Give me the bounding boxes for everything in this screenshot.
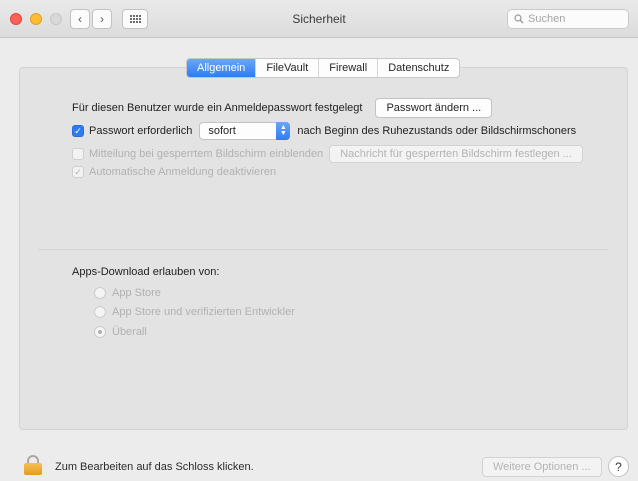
advanced-options-button[interactable]: Weitere Optionen ...: [482, 457, 602, 477]
radio-button-selected[interactable]: [94, 326, 106, 338]
search-placeholder: Suchen: [528, 13, 566, 25]
disable-autologin-checkbox[interactable]: ✓: [72, 166, 84, 178]
require-password-checkbox[interactable]: ✓: [72, 125, 84, 137]
search-field[interactable]: Suchen: [507, 9, 629, 29]
disable-autologin-row: ✓ Automatische Anmeldung deaktivieren: [72, 166, 276, 178]
login-password-row: Für diesen Benutzer wurde ein Anmeldepas…: [72, 98, 493, 118]
require-password-label: Passwort erforderlich: [89, 125, 193, 137]
lock-icon[interactable]: [24, 455, 42, 475]
security-preferences-window: ‹ › Sicherheit Suchen Allgemein FileVaul…: [0, 0, 638, 481]
show-message-checkbox[interactable]: [72, 148, 84, 160]
lock-hint-text: Zum Bearbeiten auf das Schloss klicken.: [55, 461, 254, 473]
require-password-suffix: nach Beginn des Ruhezustands oder Bildsc…: [297, 125, 577, 137]
tab-filevault[interactable]: FileVault: [256, 59, 320, 77]
downloads-heading-text: Apps-Download erlauben von:: [72, 266, 220, 278]
section-divider: [38, 249, 608, 250]
select-value: sofort: [208, 125, 236, 137]
require-password-row: ✓ Passwort erforderlich sofort ▲ ▼ nach B…: [72, 122, 576, 140]
search-icon: [514, 14, 524, 24]
radio-option-app-store-and-developers[interactable]: App Store und verifizierten Entwickler: [94, 306, 295, 318]
checkmark-icon: ✓: [74, 125, 82, 136]
disable-autologin-label: Automatische Anmeldung deaktivieren: [89, 166, 277, 178]
show-message-label: Mitteilung bei gesperrtem Bildschirm ein…: [89, 148, 324, 160]
tab-allgemein[interactable]: Allgemein: [187, 59, 257, 77]
radio-label: App Store: [112, 287, 161, 299]
downloads-heading: Apps-Download erlauben von:: [72, 266, 219, 278]
change-password-button[interactable]: Passwort ändern ...: [375, 98, 493, 118]
set-lock-message-button[interactable]: Nachricht für gesperrten Bildschirm fest…: [329, 145, 583, 163]
login-password-text: Für diesen Benutzer wurde ein Anmeldepas…: [72, 102, 363, 114]
radio-label: App Store und verifizierten Entwickler: [112, 306, 295, 318]
select-arrows-icon: ▲ ▼: [276, 122, 291, 140]
tab-datenschutz[interactable]: Datenschutz: [378, 59, 459, 77]
tab-bar: Allgemein FileVault Firewall Datenschutz: [186, 58, 461, 78]
help-button[interactable]: ?: [608, 456, 629, 477]
tab-firewall[interactable]: Firewall: [319, 59, 379, 77]
require-password-delay-select[interactable]: sofort ▲ ▼: [199, 122, 291, 140]
radio-label: Überall: [112, 326, 147, 338]
show-message-row: Mitteilung bei gesperrtem Bildschirm ein…: [72, 145, 583, 163]
radio-option-app-store[interactable]: App Store: [94, 287, 161, 299]
radio-option-anywhere[interactable]: Überall: [94, 326, 147, 338]
title-bar: ‹ › Sicherheit Suchen: [0, 0, 638, 38]
radio-button[interactable]: [94, 287, 106, 299]
checkmark-icon: ✓: [74, 166, 82, 177]
radio-button[interactable]: [94, 306, 106, 318]
